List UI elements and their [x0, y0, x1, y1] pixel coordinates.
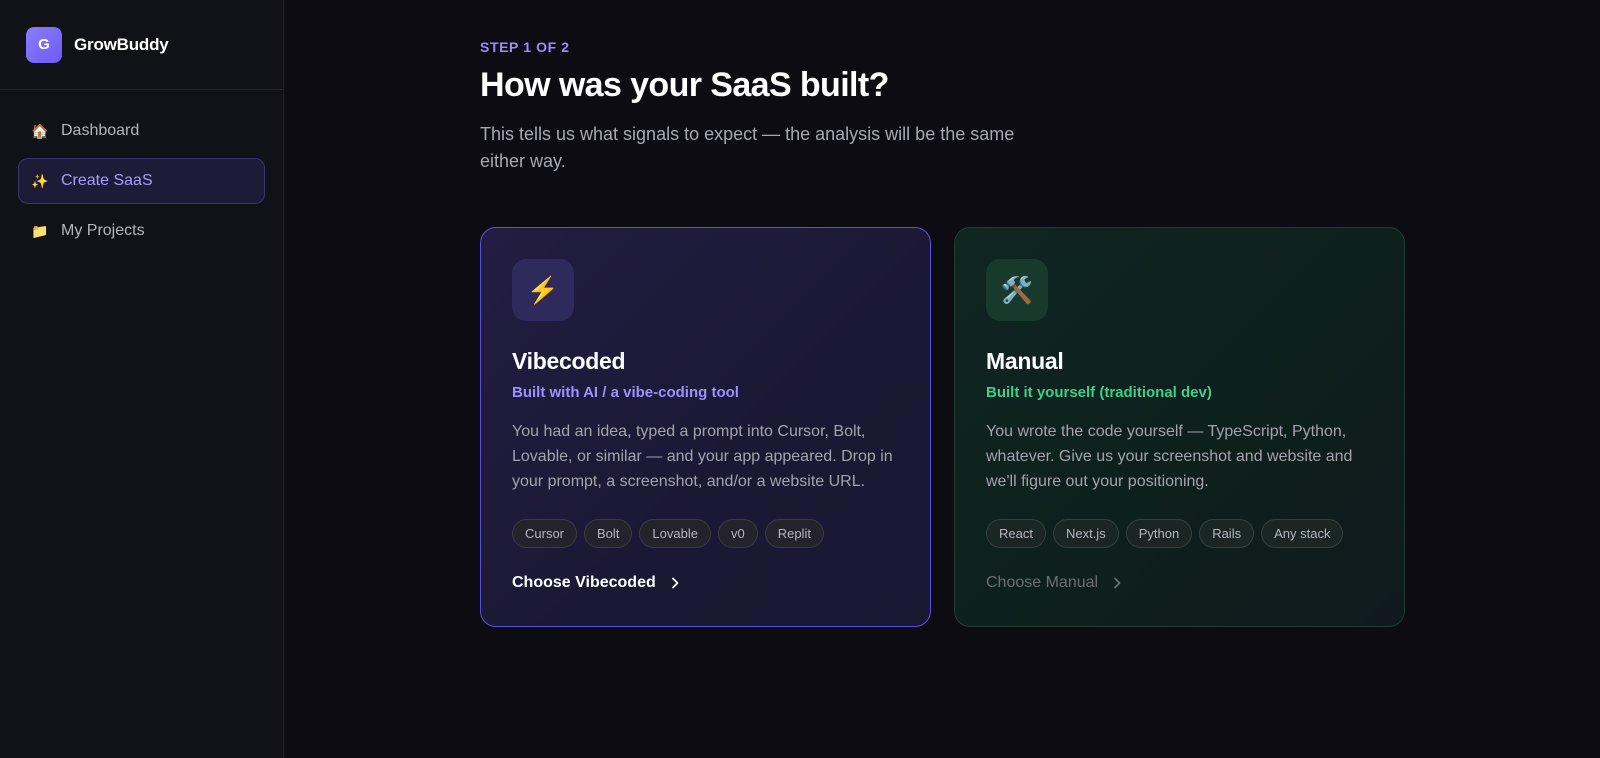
page-subtitle: This tells us what signals to expect — t… — [480, 124, 1015, 171]
card-title: Vibecoded — [512, 348, 626, 374]
brand-name: GrowBuddy — [74, 34, 169, 54]
chip-replit: Replit — [764, 519, 824, 548]
chip-react: React — [986, 519, 1046, 548]
vibecoded-card[interactable]: ⚡ Vibecoded Built with AI / a vibe-codin… — [480, 227, 931, 627]
card-tagline: Built it yourself (traditional dev) — [986, 384, 1212, 401]
manual-card[interactable]: 🛠️ Manual Built it yourself (traditional… — [954, 227, 1405, 627]
folder-icon: 📁 — [31, 222, 49, 239]
sidebar-nav: 🏠 Dashboard ✨ Create SaaS 📁 My Projects — [0, 90, 283, 254]
choose-label: Choose Vibecoded — [512, 574, 656, 591]
chip-lovable: Lovable — [639, 519, 711, 548]
brand[interactable]: G GrowBuddy — [0, 0, 283, 90]
chevron-right-icon — [1114, 577, 1121, 589]
stack-chips: React Next.js Python Rails Any stack — [986, 519, 1373, 548]
chip-nextjs: Next.js — [1052, 519, 1119, 548]
chip-rails: Rails — [1199, 519, 1255, 548]
chip-any-stack: Any stack — [1261, 519, 1344, 548]
chevron-right-icon — [671, 577, 679, 589]
choose-label: Choose Manual — [986, 574, 1099, 591]
sidebar-item-create-saas[interactable]: ✨ Create SaaS — [18, 158, 265, 204]
chip-python: Python — [1125, 519, 1193, 548]
house-icon: 🏠 — [31, 122, 49, 139]
tool-chips: Cursor Bolt Lovable v0 Replit — [512, 519, 899, 548]
hammer-wrench-icon: 🛠️ — [986, 259, 1048, 321]
chip-cursor: Cursor — [512, 519, 578, 548]
sidebar-item-label: My Projects — [61, 222, 145, 239]
sidebar: G GrowBuddy 🏠 Dashboard ✨ Create SaaS 📁 … — [0, 0, 284, 758]
sparkles-icon: ✨ — [31, 172, 49, 189]
chip-bolt: Bolt — [584, 519, 633, 548]
card-description: You had an idea, typed a prompt into Cur… — [512, 423, 893, 490]
brand-logo: G — [26, 26, 62, 63]
step-indicator: STEP 1 OF 2 — [480, 39, 570, 55]
sidebar-item-label: Create SaaS — [61, 172, 153, 189]
lightning-icon: ⚡ — [512, 259, 574, 321]
choose-manual-button[interactable]: Choose Manual — [986, 574, 1373, 592]
sidebar-item-my-projects[interactable]: 📁 My Projects — [18, 208, 265, 254]
sidebar-item-label: Dashboard — [61, 122, 140, 139]
page-title: How was your SaaS built? — [480, 66, 889, 104]
card-description: You wrote the code yourself — TypeScript… — [986, 423, 1353, 490]
card-title: Manual — [986, 348, 1064, 374]
card-tagline: Built with AI / a vibe-coding tool — [512, 384, 739, 401]
sidebar-item-dashboard[interactable]: 🏠 Dashboard — [18, 108, 265, 154]
chip-v0: v0 — [717, 519, 758, 548]
choose-vibecoded-button[interactable]: Choose Vibecoded — [512, 574, 899, 592]
